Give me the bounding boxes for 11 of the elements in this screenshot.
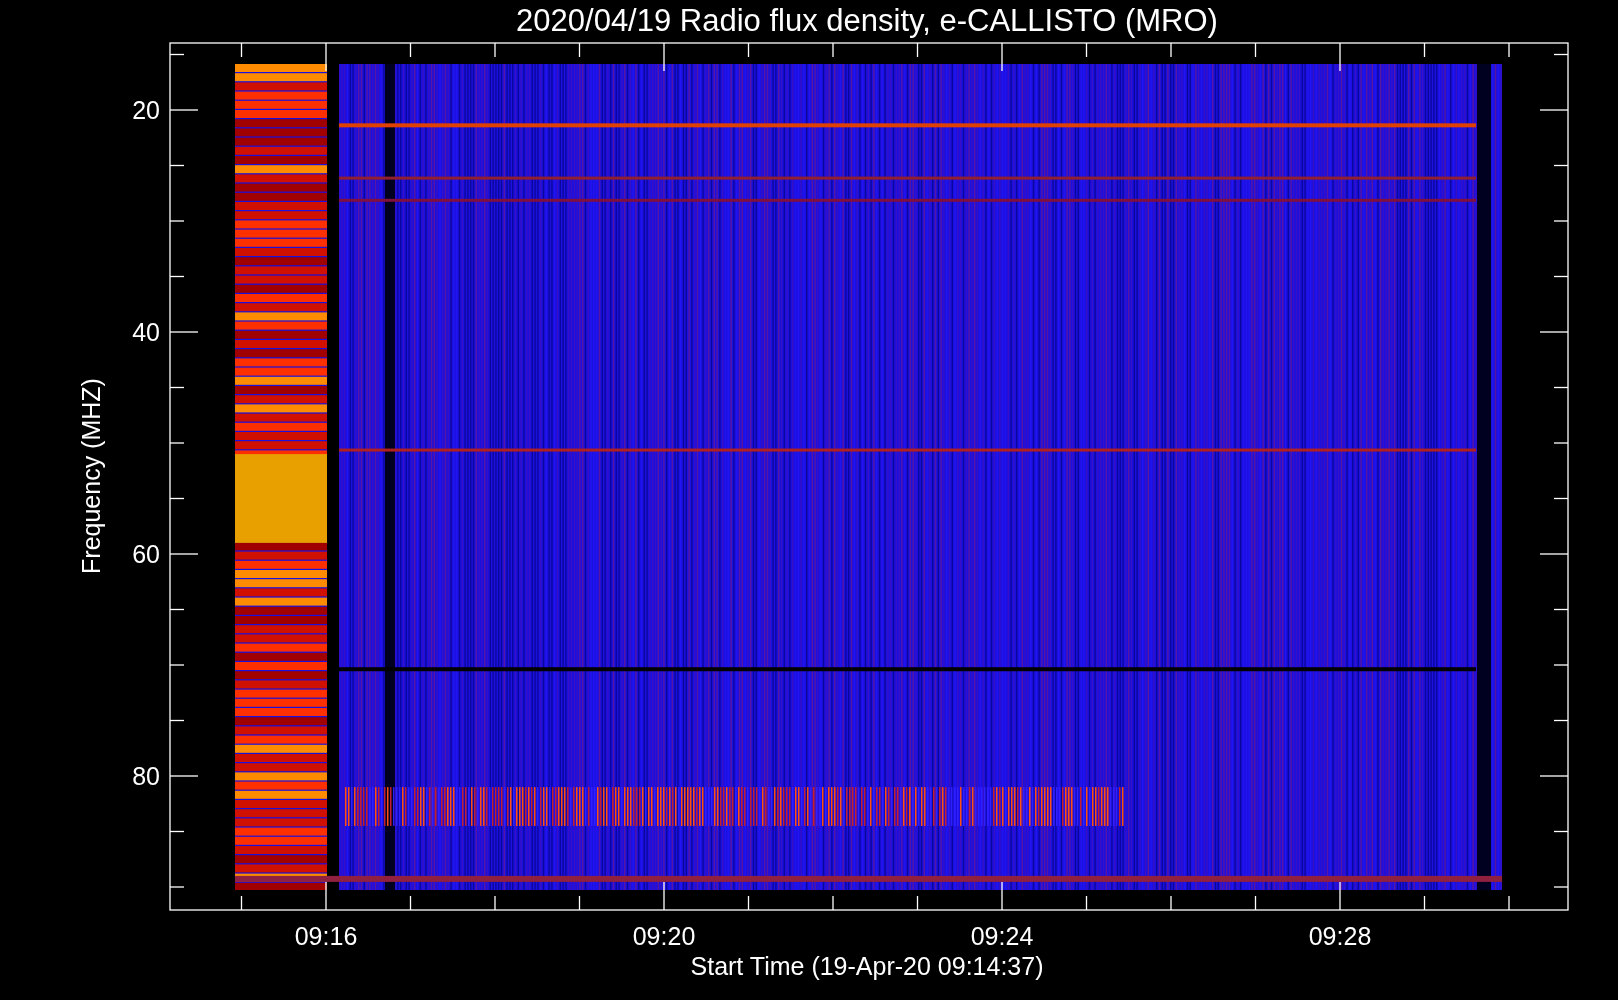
x-tick-label: 09:20 [632, 922, 696, 950]
y-tick-label: 80 [132, 762, 160, 790]
chart-title: 2020/04/19 Radio flux density, e-CALLISTO (MRO) [516, 3, 1218, 38]
x-tick-label: 09:28 [1308, 922, 1372, 950]
y-tick-label: 60 [132, 540, 160, 568]
y-axis-label: Frequency (MHZ) [77, 378, 105, 574]
x-tick-label: 09:24 [970, 922, 1034, 950]
x-axis-label: Start Time (19-Apr-20 09:14:37) [690, 952, 1044, 980]
y-tick-label: 20 [132, 96, 160, 124]
x-tick-label: 09:16 [294, 922, 358, 950]
y-tick-label: 40 [132, 318, 160, 346]
